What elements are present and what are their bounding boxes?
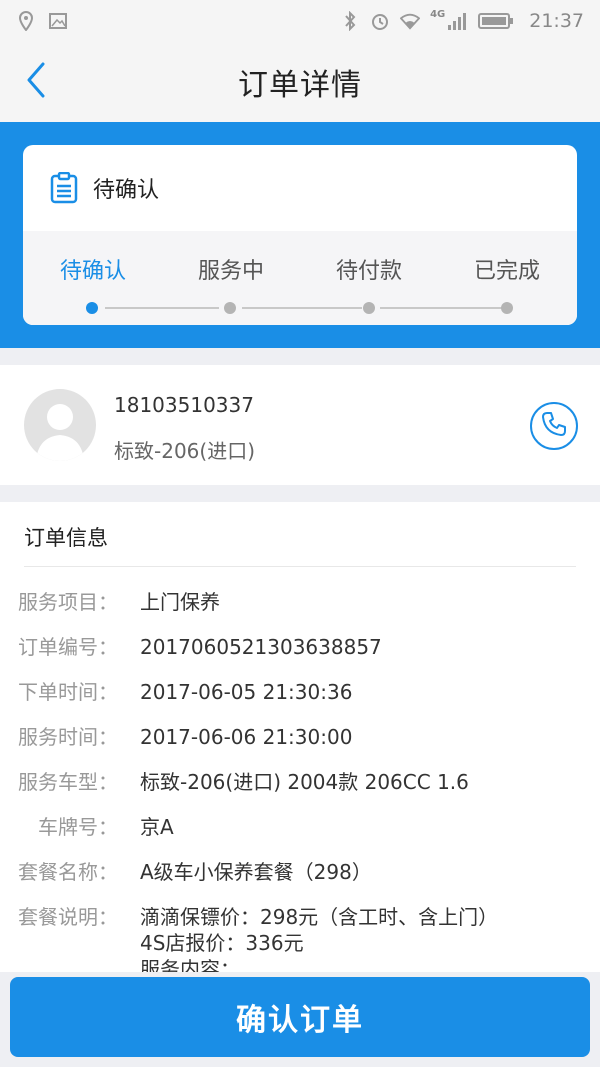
customer-phone: 18103510337 xyxy=(114,393,254,417)
info-value: 京A xyxy=(140,815,174,839)
order-info-heading: 订单信息 xyxy=(24,526,108,550)
step-connector xyxy=(380,307,502,309)
navigation-bar: 订单详情 xyxy=(0,42,600,122)
step-connector xyxy=(242,307,362,309)
status-card-header: 待确认 xyxy=(23,145,577,231)
order-status-card: 待确认 待确认 服务中 待付款 已完成 xyxy=(23,145,577,325)
system-status-bar: 4G 21:37 xyxy=(0,0,600,42)
info-value: 2017-06-05 21:30:36 xyxy=(140,680,353,704)
customer-info: 18103510337 标致-206(进口) xyxy=(0,365,600,485)
info-value: 标致-206(进口) 2004款 206CC 1.6 xyxy=(140,770,469,794)
info-label: 车牌号 xyxy=(0,815,118,839)
avatar xyxy=(24,389,96,461)
divider xyxy=(24,566,576,567)
bluetooth-icon xyxy=(340,11,360,31)
info-label: 服务时间 xyxy=(0,725,118,749)
call-button[interactable] xyxy=(530,402,578,450)
back-button[interactable] xyxy=(16,62,56,102)
info-label: 套餐名称 xyxy=(0,860,118,884)
order-info-section: 订单信息 服务项目 上门保养 订单编号 2017060521303638857 … xyxy=(0,502,600,972)
clipboard-icon xyxy=(49,171,79,204)
customer-car-model: 标致-206(进口) xyxy=(114,439,255,463)
info-label: 服务车型 xyxy=(0,770,118,794)
info-value: 滴滴保镖价：298元（含工时、含上门） xyxy=(140,905,499,929)
current-status-label: 待确认 xyxy=(93,178,160,203)
step-pending-payment: 待付款 xyxy=(335,259,402,284)
step-dot xyxy=(363,302,375,314)
person-icon xyxy=(36,404,84,461)
info-label: 下单时间 xyxy=(0,680,118,704)
confirm-order-button[interactable]: 确认订单 xyxy=(10,977,590,1057)
info-label: 服务项目 xyxy=(0,590,118,614)
info-value: 上门保养 xyxy=(140,590,220,614)
step-connector xyxy=(105,307,219,309)
chevron-left-icon xyxy=(25,62,47,102)
image-icon xyxy=(48,11,68,31)
clock-time: 21:37 xyxy=(529,10,584,32)
info-value-line: 服务内容： xyxy=(140,957,240,972)
step-completed: 已完成 xyxy=(473,259,540,284)
info-value-line: 4S店报价：336元 xyxy=(140,931,304,955)
step-pending-confirmation: 待确认 xyxy=(59,259,126,284)
info-value: A级车小保养套餐（298） xyxy=(140,860,372,884)
phone-icon xyxy=(541,411,567,441)
step-dot-active xyxy=(86,302,98,314)
signal-icon xyxy=(447,11,467,31)
location-icon xyxy=(16,11,36,31)
battery-icon xyxy=(477,11,515,31)
page-title: 订单详情 xyxy=(238,68,362,103)
step-in-service: 服务中 xyxy=(197,259,264,284)
wifi-icon xyxy=(400,11,421,31)
info-label: 套餐说明 xyxy=(0,905,118,929)
info-value: 2017-06-06 21:30:00 xyxy=(140,725,353,749)
network-type-label: 4G xyxy=(430,8,446,20)
alarm-icon xyxy=(370,11,390,31)
status-steps: 待确认 服务中 待付款 已完成 xyxy=(23,231,577,325)
step-dot xyxy=(224,302,236,314)
info-label: 订单编号 xyxy=(0,635,118,659)
info-value: 2017060521303638857 xyxy=(140,635,382,659)
step-dot xyxy=(501,302,513,314)
